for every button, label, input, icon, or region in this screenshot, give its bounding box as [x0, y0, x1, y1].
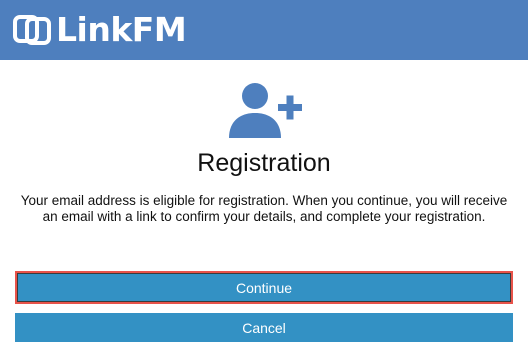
registration-message: Your email address is eligible for regis… [20, 193, 508, 224]
continue-button[interactable]: Continue [15, 271, 513, 304]
cancel-button[interactable]: Cancel [15, 313, 513, 342]
user-add-icon [229, 83, 302, 138]
app-header: LinkFM [0, 0, 528, 60]
registration-page: LinkFM Registration Your email address i… [0, 0, 528, 342]
linked-squares-icon [13, 15, 51, 45]
brand-logo-text: LinkFM [56, 10, 187, 49]
page-title: Registration [197, 149, 331, 177]
